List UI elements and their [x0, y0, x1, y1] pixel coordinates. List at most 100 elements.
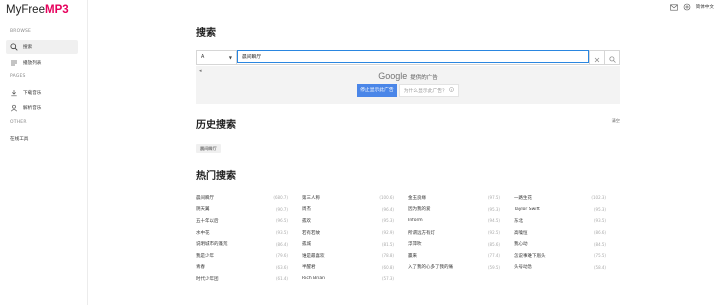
- hot-search-name: 我是少年: [196, 253, 214, 259]
- hot-search-count: (59.5): [487, 264, 500, 270]
- sidebar-item-tools[interactable]: 在线工具: [6, 132, 78, 146]
- source-select[interactable]: A ▼: [197, 51, 237, 64]
- hot-search-name: 入了我的心多了我的痛: [408, 265, 453, 271]
- hot-search-item[interactable]: 水中花 (93.5): [196, 227, 288, 239]
- hot-search-item[interactable]: Inform (94.5): [408, 215, 500, 227]
- sidebar-item-label: 下载音乐: [23, 91, 42, 96]
- hot-search-count: (79.6): [275, 253, 288, 259]
- hot-search-count: (63.6): [275, 264, 288, 270]
- sidebar-item-parse[interactable]: 解析音乐: [6, 101, 78, 115]
- hot-search-name: 赢来: [408, 253, 417, 259]
- mail-icon[interactable]: [669, 3, 678, 11]
- app-logo[interactable]: MyFreeMP3: [6, 4, 69, 16]
- hot-search-item[interactable]: Rich Brian (57.3): [302, 273, 394, 285]
- hot-search-item[interactable]: 高嗓恒 (86.6): [514, 227, 606, 239]
- hot-search-column: 金玉良缘 (97.5) 因为我的爱 (95.3) Inform (94.5) 所谓远方有灯 (…: [408, 192, 514, 285]
- hot-search-item[interactable]: Taylor Swift (95.3): [514, 204, 606, 216]
- hot-search-item[interactable]: 我心动 (84.5): [514, 238, 606, 250]
- hot-search-item[interactable]: 孤城 (81.5): [302, 238, 394, 250]
- hot-search-count: (95.3): [487, 206, 500, 212]
- hot-search-count: (77.4): [487, 253, 500, 259]
- close-icon: [594, 48, 600, 67]
- user-icon: [10, 104, 18, 112]
- hot-search-item[interactable]: 因为我的爱 (95.3): [408, 204, 500, 216]
- hot-search-count: (58.4): [593, 264, 606, 270]
- hot-search-item[interactable]: 怎说事难下眉头 (75.5): [514, 250, 606, 262]
- hot-search-item[interactable]: 青春 (63.6): [196, 262, 288, 274]
- stop-ad-button[interactable]: 停止显示此广告: [357, 84, 397, 97]
- hot-search-count: (680.7): [273, 195, 288, 201]
- hot-search-item[interactable]: 赢来 (77.4): [408, 250, 500, 262]
- source-select-value: A: [201, 55, 205, 60]
- language-selector[interactable]: 简体中文: [696, 4, 714, 10]
- hot-search-count: (85.6): [487, 241, 500, 247]
- sidebar-item-label: 搜索: [23, 45, 33, 50]
- sidebar-item-label: 解析音乐: [23, 106, 42, 111]
- hot-search-name: 我心动: [514, 242, 528, 248]
- hot-search-count: (81.5): [381, 241, 394, 247]
- hot-search-count: (60.8): [381, 264, 394, 270]
- hot-search-count: (57.3): [381, 276, 394, 282]
- search-input[interactable]: [237, 50, 589, 63]
- hot-search-item[interactable]: 半醒君 (60.8): [302, 262, 394, 274]
- hot-search-item[interactable]: 谁是最喜欢 (78.8): [302, 250, 394, 262]
- hot-search-item[interactable]: 时代少年团 (61.4): [196, 273, 288, 285]
- hot-search-name: 阴天翼: [196, 207, 210, 213]
- why-ad-button[interactable]: 为什么显示此广告？: [398, 84, 459, 97]
- hot-search-name: 第三人称: [302, 195, 320, 201]
- caret-down-icon: ▼: [228, 55, 232, 60]
- hot-search-name: Taylor Swift: [514, 206, 540, 212]
- hot-search-item[interactable]: 我是少年 (79.6): [196, 250, 288, 262]
- sidebar-item-playlist[interactable]: 播放列表: [6, 56, 78, 70]
- search-icon: [608, 48, 616, 67]
- sidebar-item-search[interactable]: 搜索: [6, 40, 78, 54]
- hot-search-item[interactable]: 孤欢 (95.3): [302, 215, 394, 227]
- hot-search-name: 东北: [514, 218, 523, 224]
- history-chip[interactable]: 晨间瞬厅: [196, 144, 221, 153]
- hot-search-item[interactable]: 所谓远方有灯 (92.5): [408, 227, 500, 239]
- hot-search-grid: 晨间瞬厅 (680.7) 阴天翼 (90.7) 五十年以后 (96.5) 水中花 (93.5)…: [196, 192, 620, 285]
- hot-search-item[interactable]: 入了我的心多了我的痛 (59.5): [408, 262, 500, 274]
- hot-search-item[interactable]: 头号动急 (58.4): [514, 262, 606, 274]
- hot-search-column: 一路生花 (102.3) Taylor Swift (95.3) 东北 (93.5) 高嗓恒…: [514, 192, 620, 285]
- hot-search-name: 时代少年团: [196, 276, 219, 282]
- clear-history-link[interactable]: 清空: [612, 118, 620, 124]
- hot-search-count: (96.5): [275, 218, 288, 224]
- hot-search-count: (94.5): [487, 218, 500, 224]
- hot-search-count: (97.5): [487, 195, 500, 201]
- google-logo: Google: [378, 71, 408, 81]
- ad-banner: ◂ Google 提供的广告 停止显示此广告 为什么显示此广告？: [196, 66, 620, 104]
- hot-search-item[interactable]: 说明城市的蓬荒 (86.4): [196, 238, 288, 250]
- hot-search-count: (86.6): [593, 230, 606, 236]
- logo-accent-text: MP3: [44, 4, 69, 16]
- hot-search-name: 因为我的爱: [408, 207, 431, 213]
- logo-text: MyFree: [6, 4, 45, 16]
- hot-search-item[interactable]: 东北 (93.5): [514, 215, 606, 227]
- clear-button[interactable]: [589, 51, 604, 64]
- ad-provider-line: Google 提供的广告: [196, 71, 620, 81]
- sidebar-item-label: 在线工具: [10, 137, 29, 142]
- hot-search-item[interactable]: 晨间瞬厅 (680.7): [196, 192, 288, 204]
- sidebar-item-download[interactable]: 下载音乐: [6, 86, 78, 100]
- ad-buttons: 停止显示此广告 为什么显示此广告？: [196, 84, 620, 97]
- hot-search-item[interactable]: 浮萍吹 (85.6): [408, 238, 500, 250]
- hot-search-item[interactable]: 阴天翼 (90.7): [196, 204, 288, 216]
- hot-search-item[interactable]: 若有若故 (92.9): [302, 227, 394, 239]
- hot-search-count: (84.5): [593, 241, 606, 247]
- hot-search-name: 青春: [196, 265, 205, 271]
- hot-search-column: 第三人称 (100.6) 周杰 (96.4) 孤欢 (95.3) 若有若故 (92.9) 孤城 (…: [302, 192, 408, 285]
- search-button[interactable]: [604, 51, 619, 64]
- search-bar: A ▼: [196, 50, 620, 65]
- info-icon: [449, 87, 454, 94]
- page-title: 搜索: [196, 28, 216, 39]
- hot-search-item[interactable]: 一路生花 (102.3): [514, 192, 606, 204]
- hot-search-item[interactable]: 第三人称 (100.6): [302, 192, 394, 204]
- hot-search-item[interactable]: 金玉良缘 (97.5): [408, 192, 500, 204]
- hot-search-count: (93.5): [593, 218, 606, 224]
- hot-search-name: Rich Brian: [302, 276, 325, 282]
- settings-icon[interactable]: [683, 3, 691, 11]
- hot-search-name: 半醒君: [302, 265, 316, 271]
- hot-search-item[interactable]: 周杰 (96.4): [302, 204, 394, 216]
- hot-search-name: 五十年以后: [196, 218, 219, 224]
- hot-search-item[interactable]: 五十年以后 (96.5): [196, 215, 288, 227]
